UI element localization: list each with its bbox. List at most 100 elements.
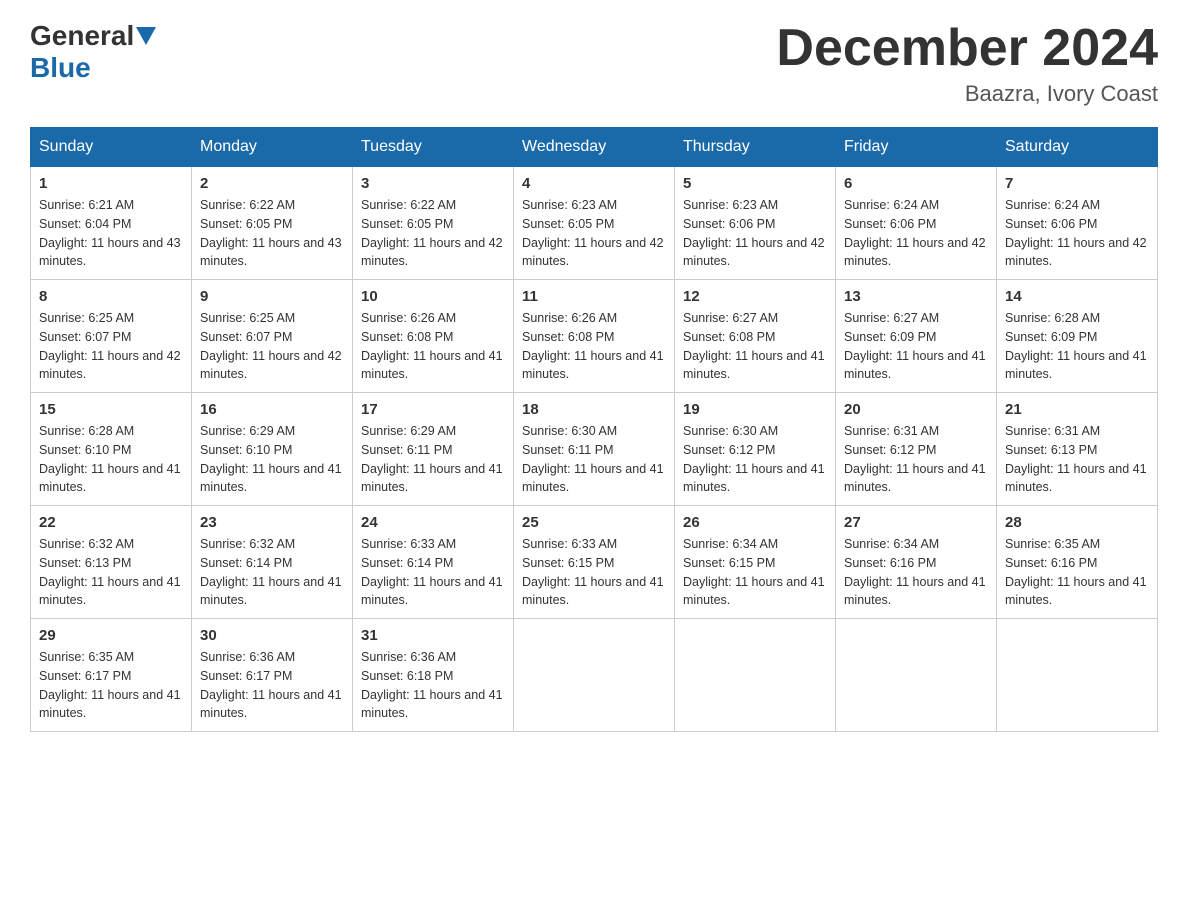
day-info: Sunrise: 6:25 AMSunset: 6:07 PMDaylight:… xyxy=(39,309,183,384)
day-info: Sunrise: 6:23 AMSunset: 6:05 PMDaylight:… xyxy=(522,196,666,271)
day-number: 8 xyxy=(39,288,183,305)
day-number: 30 xyxy=(200,627,344,644)
day-info: Sunrise: 6:30 AMSunset: 6:11 PMDaylight:… xyxy=(522,422,666,497)
weekday-header-row: SundayMondayTuesdayWednesdayThursdayFrid… xyxy=(31,128,1158,167)
day-info: Sunrise: 6:24 AMSunset: 6:06 PMDaylight:… xyxy=(844,196,988,271)
calendar-cell: 29Sunrise: 6:35 AMSunset: 6:17 PMDayligh… xyxy=(31,619,192,732)
day-info: Sunrise: 6:23 AMSunset: 6:06 PMDaylight:… xyxy=(683,196,827,271)
weekday-header-thursday: Thursday xyxy=(675,128,836,167)
calendar-cell: 6 Sunrise: 6:24 AMSunset: 6:06 PMDaylight… xyxy=(836,167,997,280)
day-number: 14 xyxy=(1005,288,1149,305)
calendar-cell: 19Sunrise: 6:30 AMSunset: 6:12 PMDayligh… xyxy=(675,393,836,506)
calendar-cell xyxy=(836,619,997,732)
day-number: 5 xyxy=(683,175,827,192)
weekday-header-saturday: Saturday xyxy=(997,128,1158,167)
day-info: Sunrise: 6:25 AMSunset: 6:07 PMDaylight:… xyxy=(200,309,344,384)
calendar-cell: 15 Sunrise: 6:28 AMSunset: 6:10 PMDayligh… xyxy=(31,393,192,506)
day-info: Sunrise: 6:32 AMSunset: 6:13 PMDaylight:… xyxy=(39,535,183,610)
day-number: 23 xyxy=(200,514,344,531)
calendar-cell: 1Sunrise: 6:21 AMSunset: 6:04 PMDaylight… xyxy=(31,167,192,280)
calendar-cell: 3Sunrise: 6:22 AMSunset: 6:05 PMDaylight… xyxy=(353,167,514,280)
calendar-cell: 5 Sunrise: 6:23 AMSunset: 6:06 PMDaylight… xyxy=(675,167,836,280)
day-info: Sunrise: 6:36 AMSunset: 6:17 PMDaylight:… xyxy=(200,648,344,723)
calendar-cell: 13Sunrise: 6:27 AMSunset: 6:09 PMDayligh… xyxy=(836,280,997,393)
day-info: Sunrise: 6:28 AMSunset: 6:09 PMDaylight:… xyxy=(1005,309,1149,384)
calendar-cell: 14 Sunrise: 6:28 AMSunset: 6:09 PMDayligh… xyxy=(997,280,1158,393)
calendar-week-4: 22 Sunrise: 6:32 AMSunset: 6:13 PMDayligh… xyxy=(31,506,1158,619)
day-info: Sunrise: 6:29 AMSunset: 6:10 PMDaylight:… xyxy=(200,422,344,497)
location-text: Baazra, Ivory Coast xyxy=(776,81,1158,107)
day-info: Sunrise: 6:35 AMSunset: 6:17 PMDaylight:… xyxy=(39,648,183,723)
day-info: Sunrise: 6:26 AMSunset: 6:08 PMDaylight:… xyxy=(522,309,666,384)
logo-general-text: General xyxy=(30,20,134,52)
day-number: 15 xyxy=(39,401,183,418)
calendar-cell xyxy=(514,619,675,732)
calendar-cell xyxy=(997,619,1158,732)
day-info: Sunrise: 6:28 AMSunset: 6:10 PMDaylight:… xyxy=(39,422,183,497)
day-number: 24 xyxy=(361,514,505,531)
day-number: 11 xyxy=(522,288,666,305)
day-number: 31 xyxy=(361,627,505,644)
title-section: December 2024 Baazra, Ivory Coast xyxy=(776,20,1158,107)
calendar-cell: 11 Sunrise: 6:26 AMSunset: 6:08 PMDayligh… xyxy=(514,280,675,393)
calendar-cell: 10 Sunrise: 6:26 AMSunset: 6:08 PMDayligh… xyxy=(353,280,514,393)
day-number: 7 xyxy=(1005,175,1149,192)
day-info: Sunrise: 6:21 AMSunset: 6:04 PMDaylight:… xyxy=(39,196,183,271)
calendar-cell: 22 Sunrise: 6:32 AMSunset: 6:13 PMDayligh… xyxy=(31,506,192,619)
day-info: Sunrise: 6:34 AMSunset: 6:16 PMDaylight:… xyxy=(844,535,988,610)
day-info: Sunrise: 6:29 AMSunset: 6:11 PMDaylight:… xyxy=(361,422,505,497)
logo: General Blue xyxy=(30,20,158,84)
day-number: 18 xyxy=(522,401,666,418)
day-info: Sunrise: 6:31 AMSunset: 6:13 PMDaylight:… xyxy=(1005,422,1149,497)
calendar-cell: 27Sunrise: 6:34 AMSunset: 6:16 PMDayligh… xyxy=(836,506,997,619)
weekday-header-sunday: Sunday xyxy=(31,128,192,167)
day-number: 12 xyxy=(683,288,827,305)
day-number: 9 xyxy=(200,288,344,305)
day-info: Sunrise: 6:30 AMSunset: 6:12 PMDaylight:… xyxy=(683,422,827,497)
calendar-cell: 4Sunrise: 6:23 AMSunset: 6:05 PMDaylight… xyxy=(514,167,675,280)
day-number: 10 xyxy=(361,288,505,305)
calendar-cell: 2Sunrise: 6:22 AMSunset: 6:05 PMDaylight… xyxy=(192,167,353,280)
logo-blue-text: Blue xyxy=(30,52,91,84)
weekday-header-monday: Monday xyxy=(192,128,353,167)
calendar-cell: 12 Sunrise: 6:27 AMSunset: 6:08 PMDayligh… xyxy=(675,280,836,393)
logo-triangle-icon xyxy=(136,27,156,45)
calendar-cell xyxy=(675,619,836,732)
calendar-cell: 7Sunrise: 6:24 AMSunset: 6:06 PMDaylight… xyxy=(997,167,1158,280)
day-info: Sunrise: 6:34 AMSunset: 6:15 PMDaylight:… xyxy=(683,535,827,610)
calendar-cell: 25Sunrise: 6:33 AMSunset: 6:15 PMDayligh… xyxy=(514,506,675,619)
calendar-cell: 30 Sunrise: 6:36 AMSunset: 6:17 PMDayligh… xyxy=(192,619,353,732)
calendar-cell: 8 Sunrise: 6:25 AMSunset: 6:07 PMDaylight… xyxy=(31,280,192,393)
weekday-header-tuesday: Tuesday xyxy=(353,128,514,167)
day-number: 6 xyxy=(844,175,988,192)
calendar-cell: 17Sunrise: 6:29 AMSunset: 6:11 PMDayligh… xyxy=(353,393,514,506)
day-info: Sunrise: 6:32 AMSunset: 6:14 PMDaylight:… xyxy=(200,535,344,610)
day-info: Sunrise: 6:26 AMSunset: 6:08 PMDaylight:… xyxy=(361,309,505,384)
calendar-cell: 24 Sunrise: 6:33 AMSunset: 6:14 PMDayligh… xyxy=(353,506,514,619)
day-number: 25 xyxy=(522,514,666,531)
day-info: Sunrise: 6:22 AMSunset: 6:05 PMDaylight:… xyxy=(361,196,505,271)
day-info: Sunrise: 6:31 AMSunset: 6:12 PMDaylight:… xyxy=(844,422,988,497)
calendar-cell: 20 Sunrise: 6:31 AMSunset: 6:12 PMDayligh… xyxy=(836,393,997,506)
weekday-header-friday: Friday xyxy=(836,128,997,167)
calendar-week-2: 8 Sunrise: 6:25 AMSunset: 6:07 PMDaylight… xyxy=(31,280,1158,393)
month-title: December 2024 xyxy=(776,20,1158,77)
calendar-table: SundayMondayTuesdayWednesdayThursdayFrid… xyxy=(30,127,1158,732)
day-number: 22 xyxy=(39,514,183,531)
page-header: General Blue December 2024 Baazra, Ivory… xyxy=(30,20,1158,107)
day-info: Sunrise: 6:33 AMSunset: 6:14 PMDaylight:… xyxy=(361,535,505,610)
day-number: 2 xyxy=(200,175,344,192)
calendar-cell: 28Sunrise: 6:35 AMSunset: 6:16 PMDayligh… xyxy=(997,506,1158,619)
day-number: 21 xyxy=(1005,401,1149,418)
day-info: Sunrise: 6:27 AMSunset: 6:09 PMDaylight:… xyxy=(844,309,988,384)
calendar-cell: 9 Sunrise: 6:25 AMSunset: 6:07 PMDaylight… xyxy=(192,280,353,393)
calendar-week-3: 15 Sunrise: 6:28 AMSunset: 6:10 PMDayligh… xyxy=(31,393,1158,506)
day-info: Sunrise: 6:27 AMSunset: 6:08 PMDaylight:… xyxy=(683,309,827,384)
day-info: Sunrise: 6:35 AMSunset: 6:16 PMDaylight:… xyxy=(1005,535,1149,610)
calendar-cell: 18 Sunrise: 6:30 AMSunset: 6:11 PMDayligh… xyxy=(514,393,675,506)
calendar-week-1: 1Sunrise: 6:21 AMSunset: 6:04 PMDaylight… xyxy=(31,167,1158,280)
calendar-cell: 26Sunrise: 6:34 AMSunset: 6:15 PMDayligh… xyxy=(675,506,836,619)
calendar-week-5: 29Sunrise: 6:35 AMSunset: 6:17 PMDayligh… xyxy=(31,619,1158,732)
day-number: 20 xyxy=(844,401,988,418)
calendar-cell: 23 Sunrise: 6:32 AMSunset: 6:14 PMDayligh… xyxy=(192,506,353,619)
